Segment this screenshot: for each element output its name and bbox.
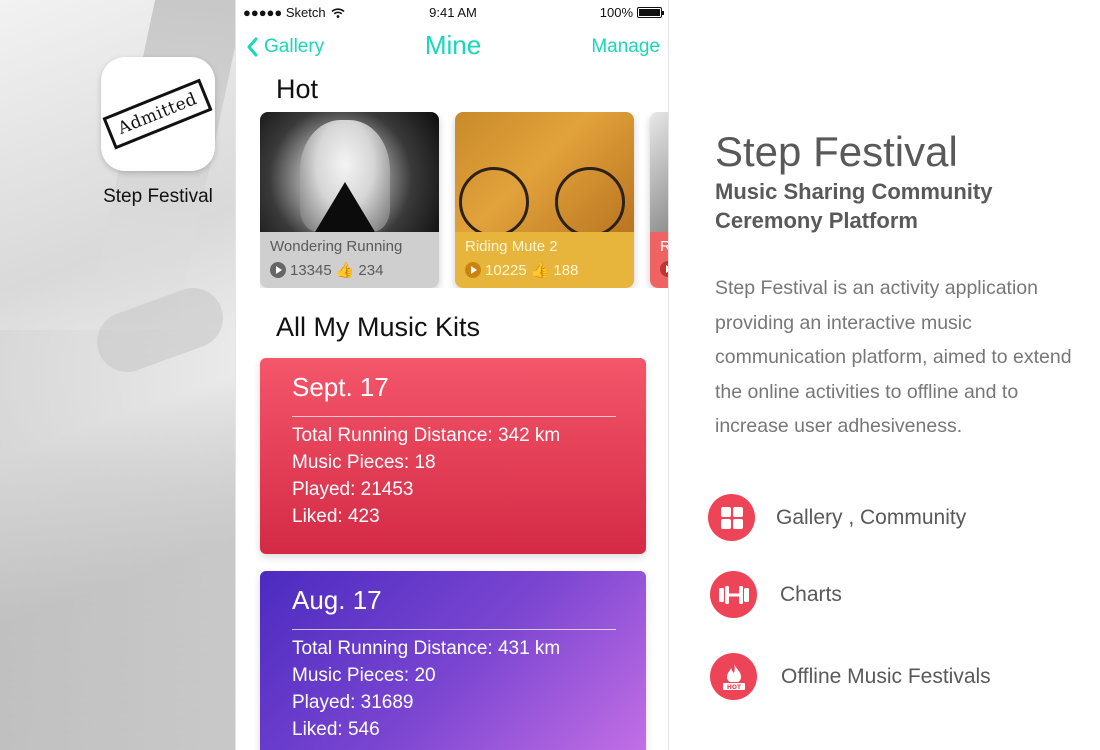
cover-art [455,112,634,237]
music-kit-card[interactable]: Aug. 17 Total Running Distance: 431 km M… [260,571,646,750]
battery-indicator: 100% [599,5,664,20]
product-subtitle: Ceremony Platform [715,208,918,233]
hot-card-title: Wondering Running [270,238,403,255]
divider [292,416,616,417]
kit-pieces: Music Pieces: 18 [292,452,436,473]
play-count-icon [270,262,286,278]
backdrop-shape [0,330,235,750]
kit-played: Played: 31689 [292,692,414,713]
kits-section-title: All My Music Kits [276,312,481,342]
play-count-icon [660,261,668,277]
product-title: Step Festival [715,128,958,175]
hot-card-stats: 10225 👍 188 [465,261,624,279]
feature-label: Charts [780,582,842,606]
hot-card-info: Riding Mute 2 10225 👍 188 [455,232,634,288]
nav-bar: Gallery Mine Manage [236,28,668,72]
hot-card-info: R [650,232,668,288]
hot-card-info: Wondering Running 13345 👍 234 [260,232,439,288]
thumbs-up-icon: 👍 [530,262,550,279]
hot-carousel[interactable]: Wondering Running 13345 👍 234 Riding Mut… [260,112,668,288]
like-count: 234 [358,261,384,279]
phone-screen: ●●●●● Sketch 9:41 AM 100% Gallery Mine M… [235,0,669,750]
feature-label: Offline Music Festivals [781,664,991,688]
kit-liked: Liked: 546 [292,719,380,740]
battery-icon [637,7,664,18]
hot-card-stats [660,261,668,277]
hot-card-title: Riding Mute 2 [465,238,558,255]
hot-card-title: R [660,238,668,255]
cover-art [260,112,439,232]
fire-hot-icon: HOT [710,653,757,700]
hot-card-stats: 13345 👍 234 [270,261,429,279]
app-icon-stamp: Admitted [102,78,214,150]
feature-label: Gallery , Community [776,505,967,529]
hot-card[interactable]: Riding Mute 2 10225 👍 188 [455,112,634,288]
app-name: Step Festival [103,186,213,207]
kit-played: Played: 21453 [292,479,414,500]
like-count: 188 [553,261,579,279]
kit-date: Sept. 17 [292,372,389,402]
svg-text:HOT: HOT [726,684,741,691]
status-bar: ●●●●● Sketch 9:41 AM 100% [236,0,668,26]
feature-gallery-community: Gallery , Community [708,494,966,541]
play-count: 13345 [290,261,332,279]
music-kit-card[interactable]: Sept. 17 Total Running Distance: 342 km … [260,358,646,554]
play-count-icon [465,262,481,278]
hot-section-title: Hot [276,74,319,104]
product-description: Step Festival is an activity application… [715,277,1072,437]
kit-distance: Total Running Distance: 431 km [292,638,561,659]
thumbs-up-icon: 👍 [335,262,355,279]
dumbbell-icon [710,571,757,618]
hot-card[interactable]: Wondering Running 13345 👍 234 [260,112,439,288]
grid-icon [708,494,755,541]
manage-button[interactable]: Manage [591,36,660,58]
feature-charts: Charts [710,571,842,618]
cover-art [650,112,668,232]
app-icon: Admitted [101,57,215,171]
battery-percent: 100% [599,5,633,20]
hot-card[interactable]: R [650,112,668,288]
divider [292,629,616,630]
kit-pieces: Music Pieces: 20 [292,665,436,686]
product-subtitle: Music Sharing Community [715,179,993,204]
kit-distance: Total Running Distance: 342 km [292,425,561,446]
feature-offline-festivals: HOT Offline Music Festivals [710,653,991,700]
kit-liked: Liked: 423 [292,506,380,527]
kit-date: Aug. 17 [292,585,382,615]
play-count: 10225 [485,261,527,279]
